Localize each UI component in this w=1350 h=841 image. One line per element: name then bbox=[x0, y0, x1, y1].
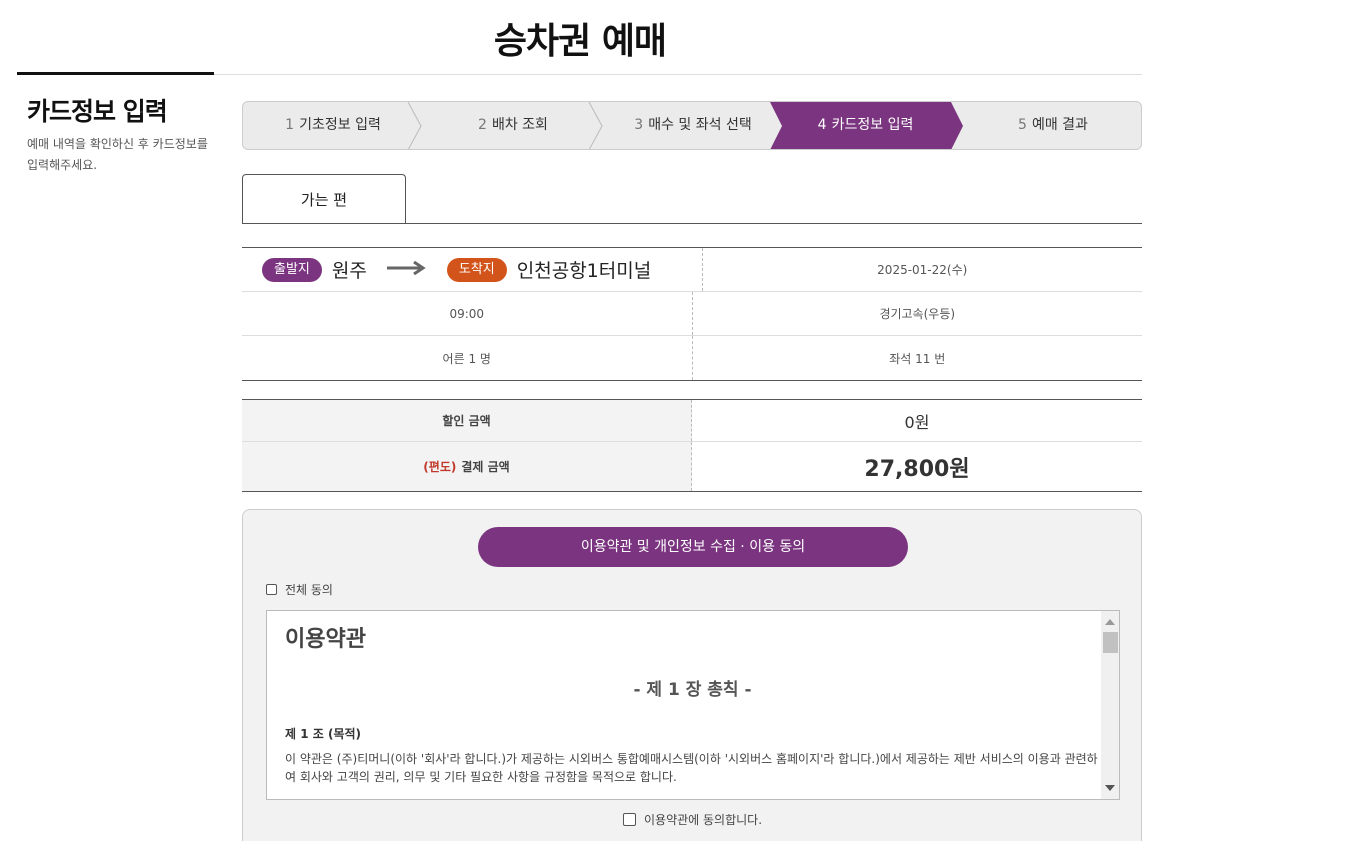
step-2: 2 배차 조회 bbox=[478, 117, 548, 133]
table-row: 할인 금액 0원 bbox=[242, 400, 1142, 442]
route: 출발지 원주 도착지 인천공항1터미널 bbox=[242, 248, 703, 291]
checkbox-icon[interactable] bbox=[266, 584, 277, 595]
terms-content: 이용약관 - 제 1 장 총칙 - 제 1 조 (목적) 이 약관은 (주)티머… bbox=[285, 611, 1100, 786]
one-way-tag: (편도) bbox=[423, 460, 457, 474]
checkbox-icon[interactable] bbox=[623, 813, 636, 826]
agree-all-label: 전체 동의 bbox=[285, 583, 333, 597]
agree-terms-checkbox[interactable]: 이용약관에 동의합니다. bbox=[623, 811, 762, 828]
tab-outbound[interactable]: 가는 편 bbox=[242, 174, 406, 224]
payment-label-text: 결제 금액 bbox=[461, 460, 510, 474]
terms-panel: 이용약관 및 개인정보 수집 · 이용 동의 전체 동의 이용약관 - 제 1 … bbox=[242, 509, 1142, 841]
departure-badge: 출발지 bbox=[262, 257, 322, 282]
table-row: (편도) 결제 금액 27,800원 bbox=[242, 442, 1142, 491]
table-row: 09:00 경기고속(우등) bbox=[242, 292, 1142, 336]
step-3: 3 매수 및 좌석 선택 bbox=[634, 117, 752, 133]
seat-number: 좌석 11 번 bbox=[889, 351, 946, 366]
step-5: 5 예매 결과 bbox=[1018, 117, 1088, 133]
terms-heading: 이용약관 bbox=[285, 627, 366, 652]
passenger-count: 어른 1 명 bbox=[242, 336, 693, 380]
chapter-title: - 제 1 장 총칙 - bbox=[633, 680, 752, 700]
table-row: 어른 1 명 좌석 11 번 bbox=[242, 336, 1142, 380]
travel-date: 2025-01-22(수) bbox=[877, 263, 968, 277]
terms-consent-button[interactable]: 이용약관 및 개인정보 수집 · 이용 동의 bbox=[478, 527, 908, 567]
page-title: 승차권 예매 bbox=[493, 21, 667, 62]
discount-label: 할인 금액 bbox=[242, 400, 692, 441]
bus-company: 경기고속(우등) bbox=[879, 307, 956, 321]
scrollbar[interactable] bbox=[1101, 611, 1119, 799]
discount-value: 0원 bbox=[904, 412, 930, 432]
departure-city: 원주 bbox=[331, 260, 367, 282]
tab-divider bbox=[242, 223, 1142, 224]
section-title: 카드정보 입력 bbox=[27, 97, 168, 126]
agree-all-checkbox[interactable]: 전체 동의 bbox=[266, 581, 333, 598]
arrow-right-icon bbox=[386, 260, 427, 278]
scroll-thumb[interactable] bbox=[1103, 632, 1118, 653]
departure-time: 09:00 bbox=[242, 292, 693, 335]
page: 승차권 예매 카드정보 입력 예매 내역을 확인하신 후 카드정보를 입력해주세… bbox=[0, 0, 1350, 841]
divider-accent bbox=[17, 72, 214, 75]
price-table: 할인 금액 0원 (편도) 결제 금액 27,800원 bbox=[242, 399, 1142, 492]
arrival-badge: 도착지 bbox=[446, 257, 507, 282]
payment-value: 27,800원 bbox=[864, 456, 970, 482]
article-text: 이 약관은 (주)티머니(이하 '회사'라 합니다.)가 제공하는 시외버스 통… bbox=[285, 752, 1098, 784]
table-row: 출발지 원주 도착지 인천공항1터미널 2025-01-22(수) bbox=[242, 248, 1142, 292]
step-4: 4 카드정보 입력 bbox=[817, 117, 914, 133]
terms-scroll-box[interactable]: 이용약관 - 제 1 장 총칙 - 제 1 조 (목적) 이 약관은 (주)티머… bbox=[266, 610, 1120, 800]
article-title: 제 1 조 (목적) bbox=[285, 727, 362, 741]
step-1: 1 기초정보 입력 bbox=[285, 117, 381, 133]
scroll-up-icon[interactable] bbox=[1105, 619, 1115, 625]
scroll-down-icon[interactable] bbox=[1105, 785, 1115, 791]
agree-terms-label: 이용약관에 동의합니다. bbox=[644, 813, 763, 827]
section-description: 예매 내역을 확인하신 후 카드정보를 입력해주세요. bbox=[27, 137, 208, 172]
trip-info-table: 출발지 원주 도착지 인천공항1터미널 2025-01-22(수) 09:00 … bbox=[242, 247, 1142, 381]
payment-label: (편도) 결제 금액 bbox=[242, 442, 692, 491]
step-indicator: 1 기초정보 입력 2 배차 조회 3 매수 및 좌석 선택 4 카드정보 입력 5 예매… bbox=[242, 101, 1142, 150]
arrival-city: 인천공항1터미널 bbox=[516, 260, 652, 282]
